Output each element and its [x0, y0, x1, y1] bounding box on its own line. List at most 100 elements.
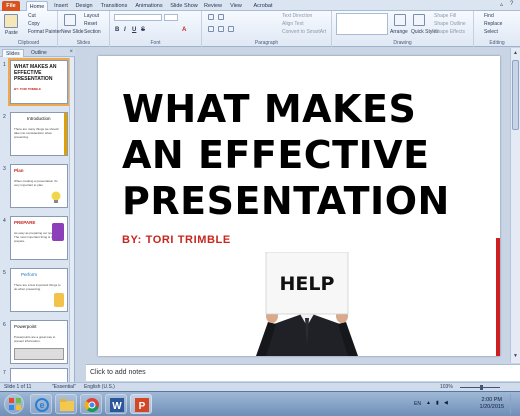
tab-slide-show[interactable]: Slide Show — [169, 1, 199, 11]
tab-animations[interactable]: Animations — [134, 1, 164, 11]
convert-smartart-button[interactable]: Convert to SmartArt — [282, 29, 326, 35]
tab-review[interactable]: Review — [203, 1, 223, 11]
panel-scrollbar[interactable] — [69, 58, 74, 382]
thumb-accent — [64, 113, 67, 155]
group-editing: Find Replace Select Editing — [474, 11, 520, 47]
scroll-up-icon[interactable]: ▲ — [512, 50, 519, 58]
reset-button[interactable]: Reset — [84, 21, 97, 27]
show-desktop-button[interactable] — [510, 394, 518, 414]
italic-icon[interactable]: I — [124, 27, 126, 33]
tab-outline[interactable]: Outline — [28, 49, 50, 57]
underline-icon[interactable]: U — [132, 27, 136, 33]
word-icon: W — [110, 398, 124, 412]
paste-icon[interactable] — [4, 14, 18, 28]
network-icon[interactable]: ▮ — [436, 400, 439, 406]
arrange-button[interactable]: Arrange — [390, 29, 408, 35]
new-slide-icon[interactable] — [64, 14, 76, 26]
start-button[interactable] — [4, 394, 24, 414]
help-icon[interactable]: ? — [510, 1, 513, 7]
taskbar-explorer[interactable] — [55, 394, 77, 414]
tab-insert[interactable]: Insert — [52, 1, 70, 11]
svg-text:e: e — [39, 400, 44, 410]
tab-view[interactable]: View — [228, 1, 244, 11]
input-language[interactable]: EN — [414, 401, 421, 407]
replace-button[interactable]: Replace — [484, 21, 502, 27]
paste-button[interactable]: Paste — [5, 30, 18, 36]
tab-design[interactable]: Design — [74, 1, 94, 11]
font-size-select[interactable] — [164, 14, 178, 21]
slide-subtitle[interactable]: BY: TORI TRIMBLE — [122, 234, 231, 246]
minimize-ribbon-icon[interactable]: ▵ — [500, 1, 503, 8]
help-sign-image[interactable]: HELP — [252, 252, 362, 356]
vertical-scrollbar[interactable]: ▲ ▼ — [510, 48, 520, 363]
title-line: PRESENTATION — [122, 179, 450, 223]
taskbar: e W P EN ▲ ▮ ◀ 2:00 PM 1/20/2015 — [0, 391, 520, 416]
shapes-gallery[interactable] — [336, 13, 388, 35]
slide-thumbnail-3[interactable]: Plan When creating a presentation it's v… — [10, 164, 68, 208]
slide-thumbnail-5[interactable]: Perform There are a few important things… — [10, 268, 68, 312]
thumb-number: 4 — [3, 218, 6, 224]
status-bar: Slide 1 of 11 "Essential" English (U.S.)… — [0, 382, 520, 391]
slide-thumbnail-4[interactable]: PREPARE As easy as preparing our speech.… — [10, 216, 68, 260]
taskbar-word[interactable]: W — [105, 394, 127, 414]
thumb-body: Powerpoints are a great way to present i… — [14, 335, 56, 343]
help-sign-text: HELP — [280, 273, 335, 295]
font-name-select[interactable] — [114, 14, 162, 21]
language-indicator[interactable]: English (U.S.) — [84, 384, 115, 390]
current-slide[interactable]: WHAT MAKES AN EFFECTIVE PRESENTATION BY:… — [98, 56, 500, 356]
taskbar-chrome[interactable] — [80, 394, 102, 414]
close-panel-icon[interactable]: × — [69, 49, 73, 55]
shape-outline-button[interactable]: Shape Outline — [434, 21, 466, 27]
zoom-level[interactable]: 103% — [440, 384, 453, 390]
cut-button[interactable]: Cut — [28, 13, 36, 19]
taskbar-ie[interactable]: e — [30, 394, 52, 414]
format-painter-button[interactable]: Format Painter — [28, 29, 61, 35]
copy-button[interactable]: Copy — [28, 21, 40, 27]
ribbon-tab-bar: File Home Insert Design Transitions Anim… — [0, 0, 520, 11]
new-slide-button[interactable]: New Slide — [61, 29, 84, 35]
thumb-body: There are a few important things to do w… — [14, 283, 61, 291]
tab-acrobat[interactable]: Acrobat — [251, 1, 275, 11]
quick-styles-icon[interactable] — [413, 14, 425, 26]
clock-date: 1/20/2015 — [479, 404, 504, 410]
theme-name[interactable]: "Essential" — [52, 384, 76, 390]
strikethrough-icon[interactable]: S — [141, 27, 145, 33]
scroll-down-icon[interactable]: ▼ — [512, 353, 519, 361]
bullets-icon[interactable] — [208, 14, 214, 20]
show-hidden-icons-icon[interactable]: ▲ — [426, 400, 431, 406]
slide-thumbnail-1[interactable]: WHAT MAKES AN EFFECTIVE PRESENTATION BY:… — [8, 58, 70, 106]
slide-thumbnail-2[interactable]: Introduction There are many things we sh… — [10, 112, 68, 156]
tab-home[interactable]: Home — [26, 1, 48, 11]
svg-text:W: W — [112, 401, 122, 412]
taskbar-powerpoint[interactable]: P — [130, 394, 152, 414]
layout-button[interactable]: Layout — [84, 13, 99, 19]
select-button[interactable]: Select — [484, 29, 498, 35]
scroll-thumb[interactable] — [512, 60, 519, 130]
font-color-icon[interactable]: A — [182, 27, 186, 33]
section-button[interactable]: Section — [84, 29, 101, 35]
notes-pane[interactable]: Click to add notes — [86, 364, 520, 381]
slide-title[interactable]: WHAT MAKES AN EFFECTIVE PRESENTATION — [122, 86, 450, 224]
align-left-icon[interactable] — [208, 26, 214, 32]
zoom-slider-thumb[interactable] — [480, 385, 483, 390]
text-direction-button[interactable]: Text Direction — [282, 13, 312, 19]
slide-thumbnail-6[interactable]: Powerpoint Powerpoints are a great way t… — [10, 320, 68, 364]
volume-icon[interactable]: ◀ — [444, 400, 448, 406]
tab-transitions[interactable]: Transitions — [99, 1, 129, 11]
tab-file[interactable]: File — [2, 1, 20, 11]
arrange-icon[interactable] — [394, 14, 406, 26]
slide-thumbnail-7[interactable] — [10, 368, 68, 382]
tab-slides[interactable]: Slides — [2, 49, 24, 57]
bold-icon[interactable]: B — [115, 27, 119, 33]
accent-bar — [496, 238, 500, 356]
thumb-body: BY: TORI TRIMBLE — [14, 87, 42, 91]
shape-fill-button[interactable]: Shape Fill — [434, 13, 456, 19]
ribbon: Paste Cut Copy Format Painter Clipboard … — [0, 11, 520, 47]
align-right-icon[interactable] — [228, 26, 234, 32]
find-button[interactable]: Find — [484, 13, 494, 19]
align-center-icon[interactable] — [218, 26, 224, 32]
numbering-icon[interactable] — [218, 14, 224, 20]
shape-effects-button[interactable]: Shape Effects — [434, 29, 465, 35]
clock[interactable]: 2:00 PM 1/20/2015 — [480, 397, 504, 411]
align-text-button[interactable]: Align Text — [282, 21, 304, 27]
